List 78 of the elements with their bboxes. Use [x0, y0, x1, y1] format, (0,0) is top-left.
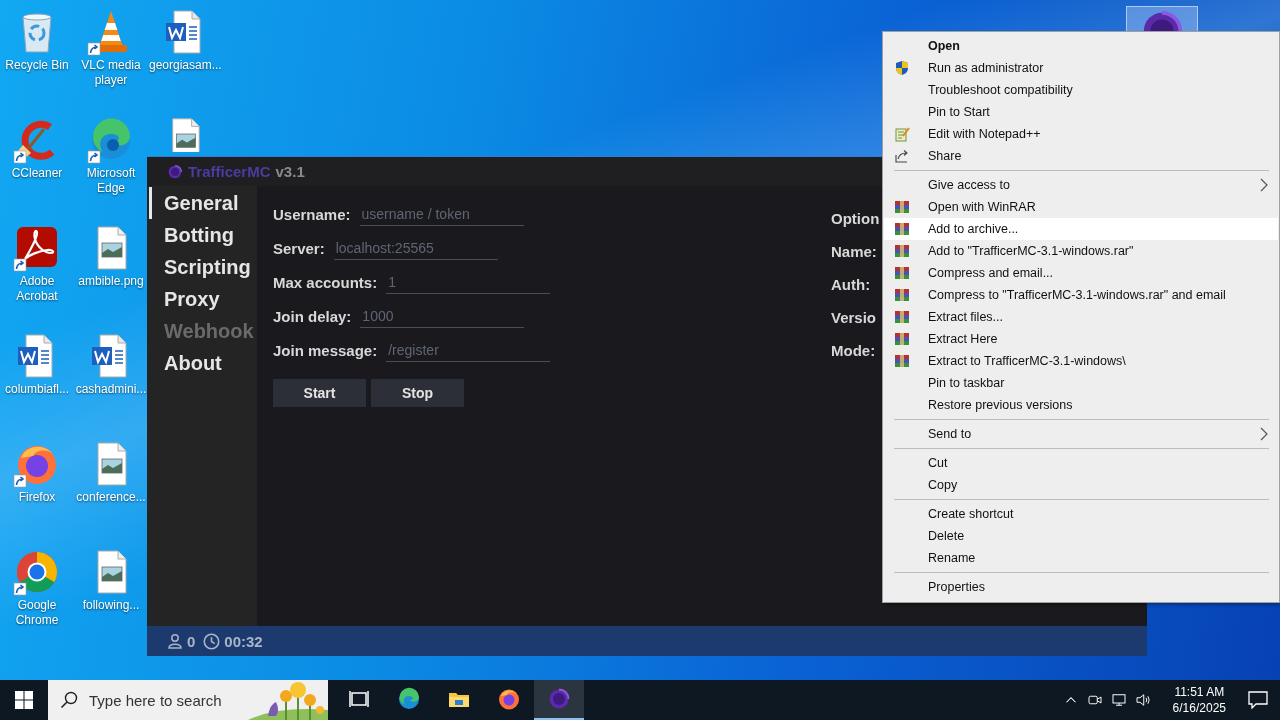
archive-books-icon	[894, 309, 910, 325]
firefox-icon	[497, 687, 521, 711]
uptime: 00:32	[224, 632, 263, 650]
app-version: v3.1	[275, 163, 305, 180]
menu-item[interactable]: Extract files...	[884, 306, 1278, 328]
input-field[interactable]: /register	[386, 338, 551, 362]
chevron-right-icon	[1260, 427, 1268, 441]
menu-item[interactable]: Properties	[884, 576, 1278, 598]
nav-item[interactable]: General	[149, 187, 257, 219]
notepad-icon	[894, 126, 910, 142]
option-label: Versio	[831, 308, 877, 328]
bot-count: 0	[187, 632, 196, 650]
menu-item[interactable]: Add to archive...	[884, 218, 1278, 240]
field-label: Username:	[273, 205, 351, 223]
nav-item[interactable]: About	[149, 347, 257, 379]
field-label: Join delay:	[273, 307, 352, 325]
menu-item[interactable]: Create shortcut	[884, 503, 1278, 525]
menu-item[interactable]: Cut	[884, 452, 1278, 474]
archive-books-icon	[894, 331, 910, 347]
search-icon	[60, 691, 78, 709]
clock-icon	[203, 632, 221, 650]
option-label: Mode:	[831, 341, 876, 361]
nav-item[interactable]: Proxy	[149, 283, 257, 315]
menu-item[interactable]: Troubleshoot compatibility	[884, 79, 1278, 101]
search-box[interactable]: Type here to search	[48, 680, 328, 720]
input-field[interactable]: 1	[386, 270, 551, 294]
menu-item[interactable]: Compress and email...	[884, 262, 1278, 284]
input-field[interactable]: username / token	[359, 202, 524, 226]
menu-item[interactable]: Open	[884, 35, 1278, 57]
menu-item[interactable]: Pin to taskbar	[884, 372, 1278, 394]
ring-logo-icon	[547, 687, 571, 711]
menu-item[interactable]: Add to "TrafficerMC-3.1-windows.rar"	[884, 240, 1278, 262]
archive-books-icon	[894, 353, 910, 369]
share-icon	[894, 148, 910, 164]
archive-books-icon	[894, 243, 910, 259]
option-label: Option	[831, 209, 880, 229]
shield-icon	[894, 60, 910, 76]
ring-logo-icon	[167, 163, 183, 180]
menu-item[interactable]: Extract Here	[884, 328, 1278, 350]
menu-item[interactable]: Delete	[884, 525, 1278, 547]
menu-item[interactable]: Compress to "TrafficerMC-3.1-windows.rar" and email	[884, 284, 1278, 306]
chat-bubble-icon	[1248, 691, 1268, 709]
nav-item[interactable]: Scripting	[149, 251, 257, 283]
input-field[interactable]: 1000	[360, 304, 525, 328]
field-label: Server:	[273, 239, 325, 257]
archive-books-icon	[894, 221, 910, 237]
menu-item[interactable]: Send to	[884, 423, 1278, 445]
input-field[interactable]: localhost:25565	[333, 236, 498, 260]
edge-icon	[397, 687, 421, 711]
menu-item[interactable]: Give access to	[884, 174, 1278, 196]
clock[interactable]: 11:51 AM 6/16/2025	[1162, 680, 1236, 720]
action-button[interactable]: Start	[273, 379, 366, 407]
field-label: Join message:	[273, 341, 378, 359]
menu-item[interactable]: Extract to TrafficerMC-3.1-windows\	[884, 350, 1278, 372]
field-label: Max accounts:	[273, 273, 378, 291]
menu-item[interactable]: Restore previous versions	[884, 394, 1278, 416]
archive-books-icon	[894, 199, 910, 215]
menu-item[interactable]: Run as administrator	[884, 57, 1278, 79]
option-label: Name:	[831, 242, 877, 262]
person-icon	[167, 633, 183, 649]
menu-item[interactable]: Rename	[884, 547, 1278, 569]
volume-icon	[1133, 691, 1152, 709]
search-field[interactable]: Type here to search	[87, 690, 239, 710]
menu-item[interactable]: Pin to Start	[884, 101, 1278, 123]
nav-item[interactable]: Botting	[149, 219, 257, 251]
app-title: TrafficerMC	[188, 163, 271, 180]
option-label: Auth:	[831, 275, 871, 295]
archive-books-icon	[894, 287, 910, 303]
taskbar-button[interactable]	[534, 680, 584, 720]
network-icon	[1109, 691, 1128, 709]
menu-item[interactable]: Edit with Notepad++	[884, 123, 1278, 145]
archive-books-icon	[894, 265, 910, 281]
windows-logo-icon	[15, 691, 33, 709]
menu-item[interactable]: Share	[884, 145, 1278, 167]
action-button[interactable]: Stop	[371, 379, 464, 407]
menu-item[interactable]: Copy	[884, 474, 1278, 496]
menu-item[interactable]: Open with WinRAR	[884, 196, 1278, 218]
chevron-right-icon	[1260, 178, 1268, 192]
